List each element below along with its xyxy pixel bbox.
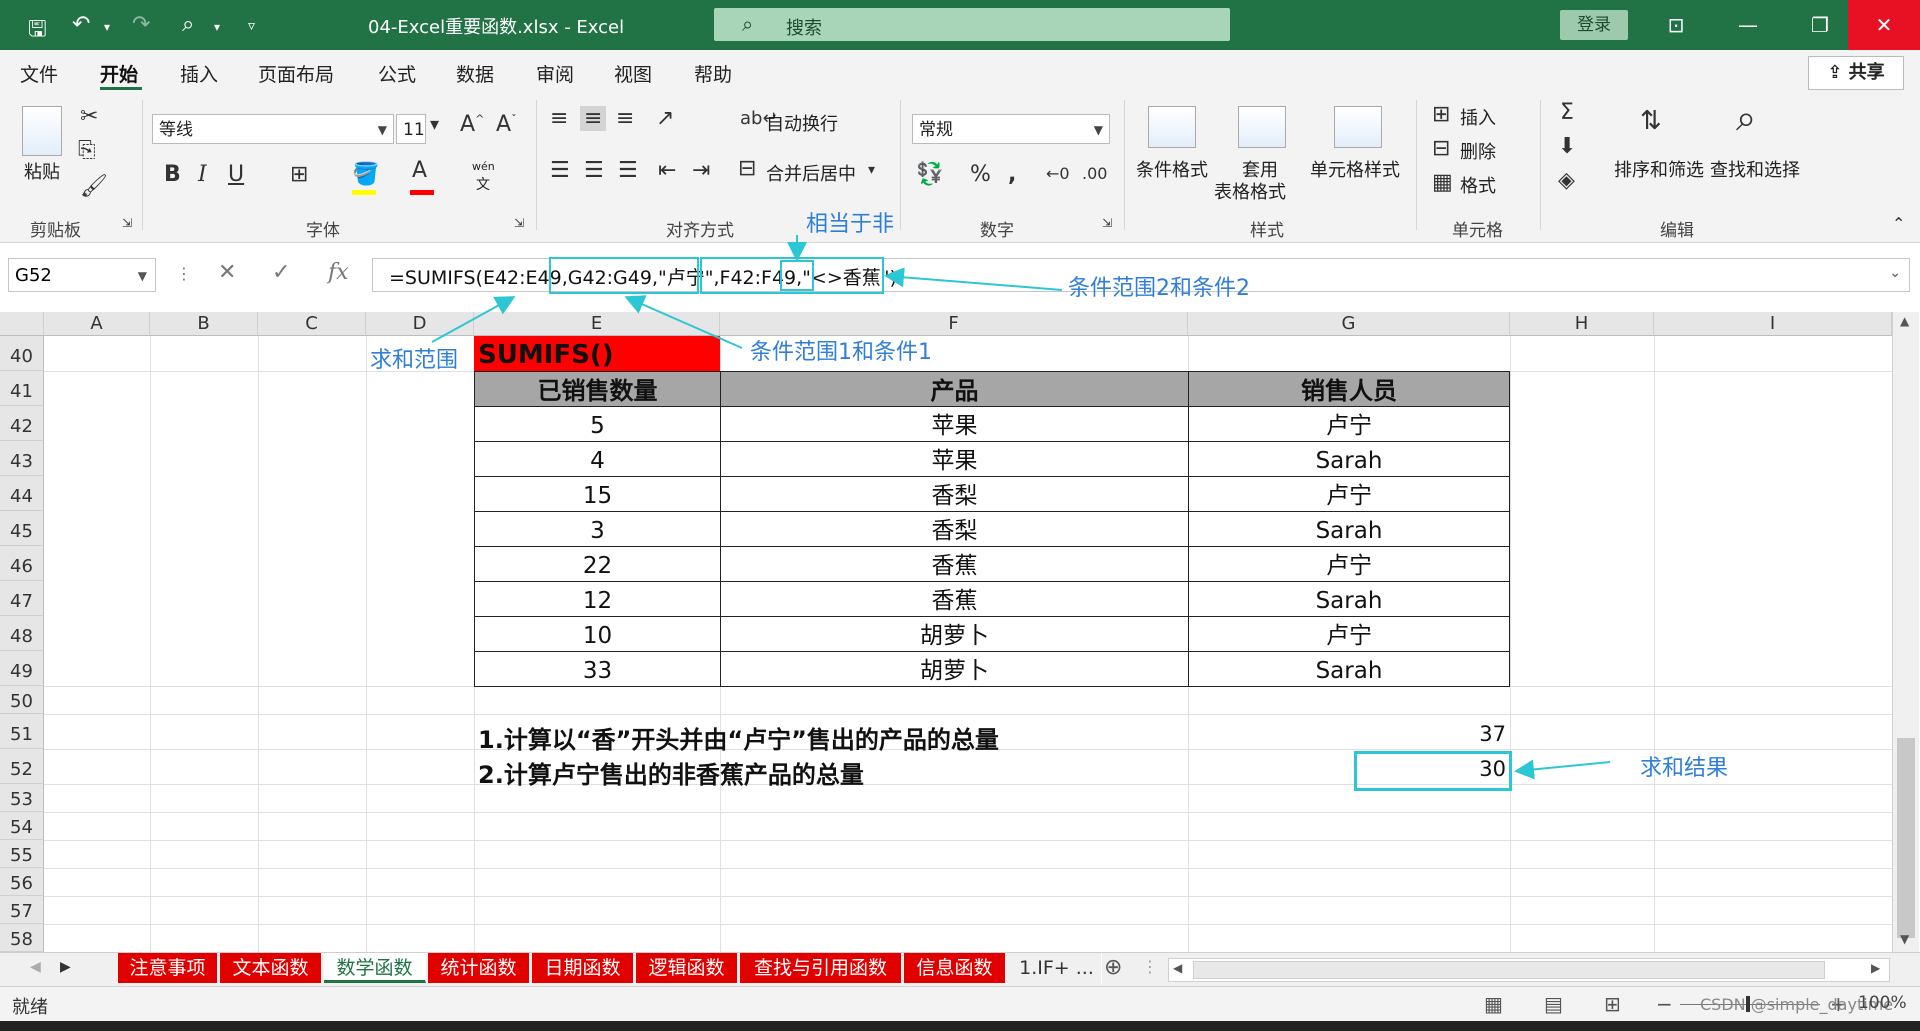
- sheet-tab-if[interactable]: 1.IF+ ...: [1012, 953, 1102, 983]
- page-layout-view-icon[interactable]: ▤: [1544, 992, 1563, 1016]
- status-bar: 就绪 ▦ ▤ ⊞ − + CSDN @simple_daytime 100%: [0, 986, 1920, 1022]
- scroll-right-icon[interactable]: ▶: [1871, 961, 1880, 975]
- tab-split-handle[interactable]: ⋮: [1142, 957, 1158, 976]
- zoom-out-icon[interactable]: −: [1656, 992, 1673, 1016]
- arrow-cond1: [624, 295, 743, 349]
- sheet-tab-logic-functions[interactable]: 逻辑函数: [636, 953, 738, 983]
- prev-sheet-icon[interactable]: ◀: [30, 959, 41, 975]
- sheet-tab-bar: ◀ ▶ 注意事项 文本函数 数学函数 统计函数 日期函数 逻辑函数 查找与引用函…: [0, 952, 1920, 987]
- scroll-left-icon[interactable]: ◀: [1173, 961, 1182, 975]
- arrow-cond2: [884, 267, 1063, 291]
- vertical-scrollbar[interactable]: ▲ ▼: [1892, 312, 1919, 952]
- taskbar-edge: [0, 1021, 1920, 1031]
- horizontal-scrollbar[interactable]: ◀ ▶: [1168, 958, 1890, 982]
- add-sheet-icon[interactable]: ⊕: [1104, 955, 1122, 980]
- next-sheet-icon[interactable]: ▶: [60, 959, 71, 975]
- scroll-up-icon[interactable]: ▲: [1900, 314, 1909, 328]
- arrow-result: [1514, 759, 1611, 780]
- sheet-tab-stat-functions[interactable]: 统计函数: [428, 953, 530, 983]
- sheet-tab-date-functions[interactable]: 日期函数: [532, 953, 634, 983]
- sheet-tab-lookup-functions[interactable]: 查找与引用函数: [740, 953, 902, 983]
- annotation-arrows: [431, 235, 1611, 780]
- status-ready: 就绪: [12, 997, 48, 1018]
- sheet-tab-notes[interactable]: 注意事项: [118, 953, 218, 983]
- sheet-tab-info-functions[interactable]: 信息函数: [904, 953, 1006, 983]
- arrow-sum-range: [431, 296, 516, 343]
- scroll-down-icon[interactable]: ▼: [1900, 932, 1909, 946]
- vertical-scroll-thumb[interactable]: [1897, 738, 1915, 938]
- horizontal-scroll-thumb[interactable]: [1193, 961, 1825, 979]
- page-break-view-icon[interactable]: ⊞: [1604, 992, 1621, 1016]
- zoom-level[interactable]: 100%: [1858, 993, 1907, 1013]
- sheet-tab-text-functions[interactable]: 文本函数: [220, 953, 322, 983]
- sheet-tab-math-functions[interactable]: 数学函数: [324, 953, 426, 983]
- normal-view-icon[interactable]: ▦: [1484, 992, 1503, 1016]
